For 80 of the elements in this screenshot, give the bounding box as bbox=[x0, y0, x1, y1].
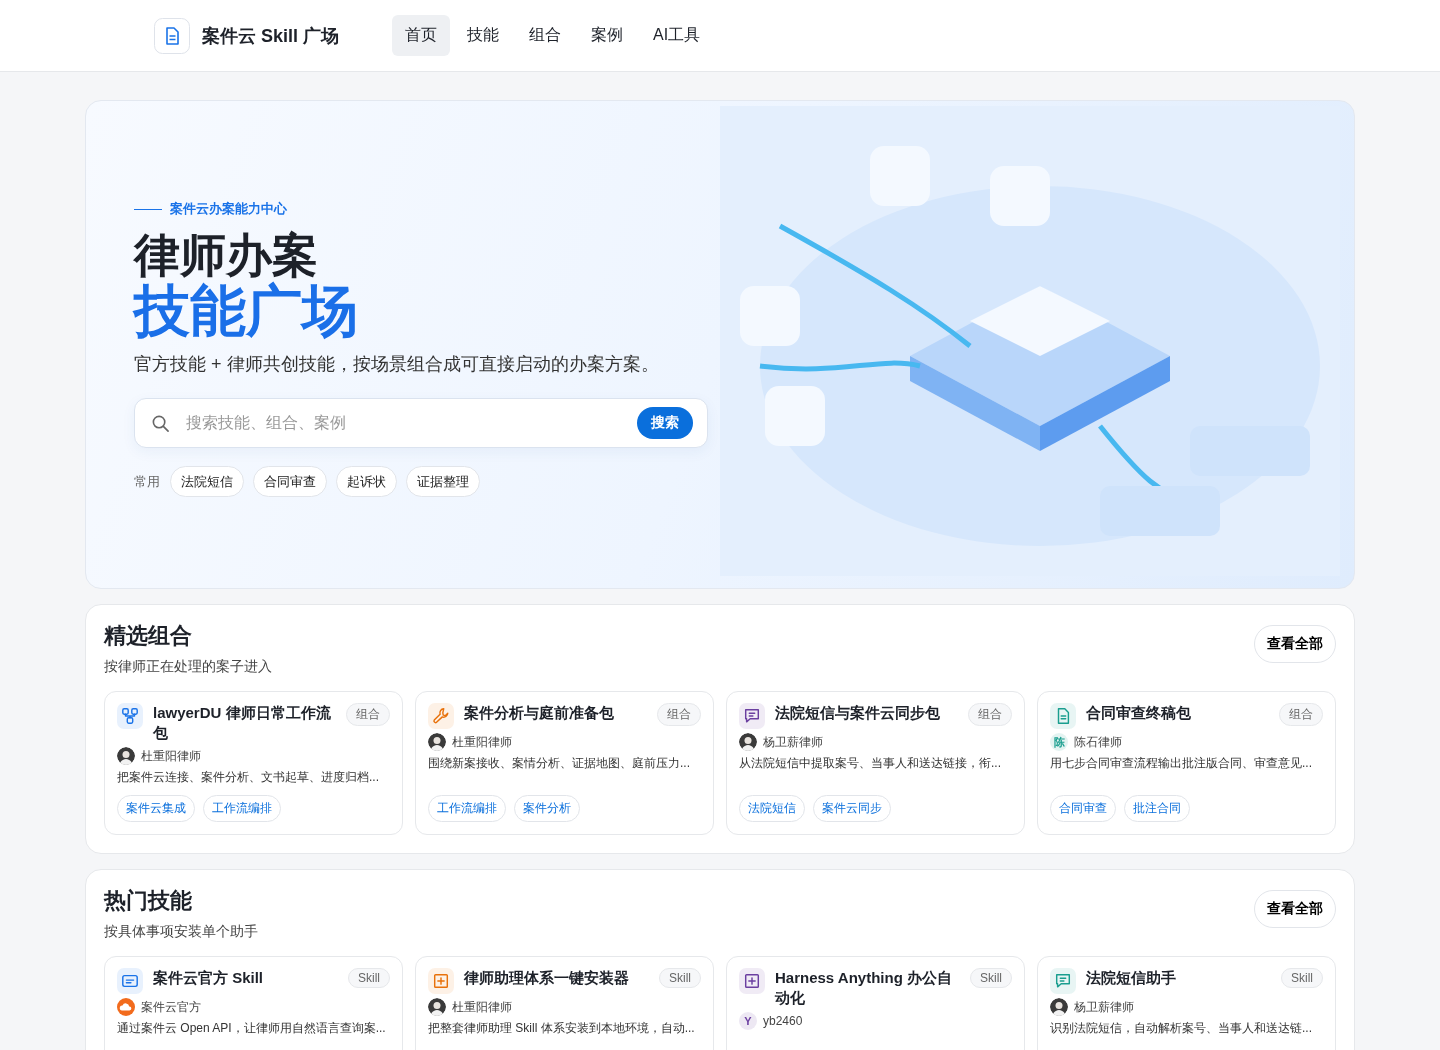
avatar bbox=[428, 998, 446, 1016]
author-name: 杜重阳律师 bbox=[141, 747, 201, 765]
nav-tab[interactable]: 案例 bbox=[578, 15, 636, 56]
avatar bbox=[117, 747, 135, 765]
avatar: 陈 bbox=[1050, 733, 1068, 751]
author-name: yb2460 bbox=[763, 1014, 803, 1028]
view-all-button[interactable]: 查看全部 bbox=[1254, 625, 1336, 663]
tag-link[interactable]: 工作流编排 bbox=[203, 795, 281, 822]
card-title: 合同审查终稿包 bbox=[1086, 703, 1192, 723]
nav-tab[interactable]: 首页 bbox=[392, 15, 450, 56]
card-description: 通过案件云 Open API，让律师用自然语言查询案... bbox=[117, 1021, 387, 1035]
section-subtitle: 按律师正在处理的案子进入 bbox=[104, 658, 272, 676]
card[interactable]: 律师助理体系一键安装器 Skill 杜重阳律师 把整套律师助理 Skill 体系安装到本地环境，自动... bbox=[415, 956, 714, 1050]
type-badge: 组合 bbox=[1279, 703, 1323, 726]
card-description: 把案件云连接、案件分析、文书起草、进度归档... bbox=[117, 770, 380, 784]
author-name: 杜重阳律师 bbox=[452, 998, 512, 1016]
card[interactable]: 案件分析与庭前准备包 组合 杜重阳律师 围绕新案接收、案情分析、证据地图、庭前压力... 工作流编排 案件分析 bbox=[415, 691, 714, 835]
card[interactable]: 法院短信助手 Skill 杨卫薪律师 识别法院短信，自动解析案号、当事人和送达链... bbox=[1037, 956, 1336, 1050]
card[interactable]: Harness Anything 办公自动化 Skill Y yb2460 bbox=[726, 956, 1025, 1050]
card-title: 案件分析与庭前准备包 bbox=[464, 703, 615, 723]
hero-subtitle: 官方技能 + 律师共创技能，按场景组合成可直接启动的办案方案。 bbox=[134, 353, 660, 376]
search-button[interactable]: 搜索 bbox=[637, 407, 693, 439]
tag-link[interactable]: 工作流编排 bbox=[428, 795, 506, 822]
card-description: 识别法院短信，自动解析案号、当事人和送达链... bbox=[1050, 1021, 1313, 1035]
site-title: 案件云 Skill 广场 bbox=[202, 24, 340, 48]
eyebrow-text: 案件云办案能力中心 bbox=[170, 200, 287, 218]
type-badge: Skill bbox=[970, 968, 1012, 988]
card[interactable]: 案件云官方 Skill Skill 案件云官方 通过案件云 Open API，让律师用自然语言查询案... bbox=[104, 956, 403, 1050]
card[interactable]: 合同审查终稿包 组合 陈 陈石律师 用七步合同审查流程输出批注版合同、审查意见... 合同审查 批注合同 bbox=[1037, 691, 1336, 835]
card-description: 从法院短信中提取案号、当事人和送达链接，衔... bbox=[739, 756, 1002, 770]
tag-link[interactable]: 法院短信 bbox=[739, 795, 805, 822]
type-badge: 组合 bbox=[657, 703, 701, 726]
tag-link[interactable]: 批注合同 bbox=[1124, 795, 1190, 822]
card-title: lawyerDU 律师日常工作流包 bbox=[153, 703, 332, 743]
author-name: 陈石律师 bbox=[1074, 733, 1122, 751]
author-name: 案件云官方 bbox=[141, 998, 201, 1016]
nav-tab[interactable]: 技能 bbox=[454, 15, 512, 56]
section-title: 精选组合 bbox=[104, 623, 193, 649]
card-description: 用七步合同审查流程输出批注版合同、审查意见... bbox=[1050, 756, 1313, 770]
author-name: 杨卫薪律师 bbox=[1074, 998, 1134, 1016]
cloud-logo-icon bbox=[117, 998, 135, 1016]
logo-icon bbox=[154, 17, 190, 54]
avatar: Y bbox=[739, 1012, 757, 1030]
quick-tag[interactable]: 起诉状 bbox=[336, 466, 397, 497]
card-title: 律师助理体系一键安装器 bbox=[464, 968, 630, 988]
type-badge: Skill bbox=[659, 968, 701, 988]
author-name: 杨卫薪律师 bbox=[763, 733, 823, 751]
card-title: 法院短信助手 bbox=[1086, 968, 1177, 988]
hero-title: 技能广场 bbox=[134, 282, 359, 340]
tag-link[interactable]: 案件云同步 bbox=[813, 795, 891, 822]
avatar bbox=[739, 733, 757, 751]
nav-tab[interactable]: AI工具 bbox=[640, 15, 714, 56]
quick-tag[interactable]: 证据整理 bbox=[406, 466, 480, 497]
nav-tab[interactable]: 组合 bbox=[516, 15, 574, 56]
type-badge: Skill bbox=[1281, 968, 1323, 988]
avatar bbox=[428, 733, 446, 751]
avatar bbox=[1050, 998, 1068, 1016]
tag-link[interactable]: 案件分析 bbox=[514, 795, 580, 822]
card-description: 围绕新案接收、案情分析、证据地图、庭前压力... bbox=[428, 756, 691, 770]
card-title: Harness Anything 办公自动化 bbox=[775, 968, 953, 1008]
type-badge: 组合 bbox=[346, 703, 390, 726]
quick-tag[interactable]: 合同审查 bbox=[253, 466, 327, 497]
section-subtitle: 按具体事项安装单个助手 bbox=[104, 923, 258, 941]
tag-link[interactable]: 合同审查 bbox=[1050, 795, 1116, 822]
card[interactable]: lawyerDU 律师日常工作流包 组合 杜重阳律师 把案件云连接、案件分析、文书起草、进度归档... 案件云集成 工作流编排 bbox=[104, 691, 403, 835]
type-badge: 组合 bbox=[968, 703, 1012, 726]
author-name: 杜重阳律师 bbox=[452, 733, 512, 751]
quick-tag[interactable]: 法院短信 bbox=[170, 466, 244, 497]
tag-link[interactable]: 案件云集成 bbox=[117, 795, 195, 822]
type-badge: Skill bbox=[348, 968, 390, 988]
view-all-button[interactable]: 查看全部 bbox=[1254, 890, 1336, 928]
common-label: 常用 bbox=[134, 472, 160, 491]
hero-title: 律师办案 bbox=[134, 228, 319, 281]
section-title: 热门技能 bbox=[104, 888, 193, 914]
card-title: 案件云官方 Skill bbox=[153, 968, 265, 988]
card-description: 把整套律师助理 Skill 体系安装到本地环境，自动... bbox=[428, 1021, 696, 1035]
search-field[interactable]: 搜索技能、组合、案例 搜索 bbox=[134, 398, 708, 448]
card[interactable]: 法院短信与案件云同步包 组合 杨卫薪律师 从法院短信中提取案号、当事人和送达链接，衔... 法院短信 案件云同步 bbox=[726, 691, 1025, 835]
card-title: 法院短信与案件云同步包 bbox=[775, 703, 941, 723]
search-icon bbox=[151, 413, 170, 433]
